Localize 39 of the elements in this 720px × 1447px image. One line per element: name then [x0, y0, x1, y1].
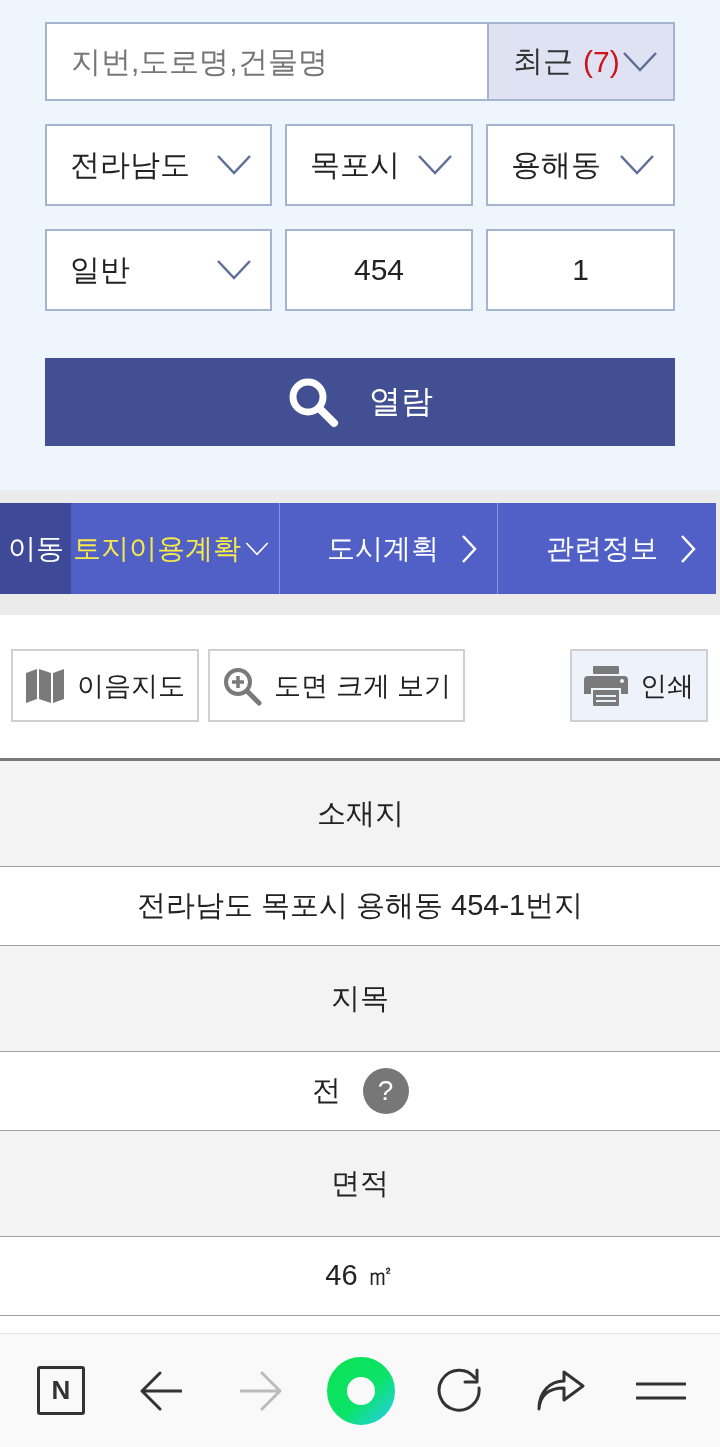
- label-cell: 면적: [0, 1131, 720, 1237]
- menu-icon[interactable]: [636, 1380, 686, 1401]
- chevron-down-icon: [417, 154, 453, 176]
- nav-label: 이동: [0, 503, 71, 594]
- dropdown[interactable]: 용해동: [486, 124, 675, 206]
- zoom-button[interactable]: 도면 크게 보기: [208, 649, 465, 722]
- dropdown[interactable]: 일반: [45, 229, 272, 311]
- chevron-right-icon: [461, 533, 478, 564]
- nav-tab[interactable]: 토지이용계확: [71, 503, 279, 594]
- chevron-right-icon: [680, 533, 696, 564]
- map-icon: [25, 666, 65, 705]
- number-field[interactable]: 454: [285, 229, 473, 311]
- chevron-down-icon: [619, 154, 655, 176]
- label-cell: 지목: [0, 946, 720, 1052]
- search-icon: [287, 376, 339, 428]
- help-button[interactable]: ?: [362, 1068, 409, 1114]
- recent-dropdown[interactable]: 최근 (7): [487, 22, 675, 101]
- nav-tab[interactable]: 관련정보: [497, 503, 716, 594]
- dropdown[interactable]: 목포시: [285, 124, 473, 206]
- chevron-down-icon: [216, 154, 252, 176]
- back-arrow-icon[interactable]: [140, 1370, 182, 1411]
- chevron-down-icon: [244, 540, 269, 557]
- share-icon[interactable]: [536, 1369, 586, 1412]
- print-button[interactable]: 인쇄: [570, 649, 708, 722]
- label-cell: 소재지: [0, 761, 720, 867]
- printer-icon: [584, 665, 628, 706]
- view-button[interactable]: 열람: [45, 358, 675, 446]
- value-text: 전라남도 목포시 용해동 454-1번지: [136, 888, 584, 923]
- dropdown[interactable]: 전라남도: [45, 124, 272, 206]
- map-button[interactable]: 이음지도: [11, 649, 199, 722]
- number-field[interactable]: 1: [486, 229, 675, 311]
- chevron-down-icon: [621, 50, 658, 73]
- value-text: 46 ㎡: [325, 1258, 395, 1293]
- chevron-down-icon: [216, 259, 252, 281]
- nav-tab[interactable]: 도시계획: [278, 503, 498, 594]
- value-text: 전: [311, 1073, 341, 1108]
- zoom-in-icon: [222, 665, 262, 706]
- logo-button[interactable]: N: [37, 1366, 85, 1415]
- search-field[interactable]: 지번,도로명,건물명: [45, 22, 487, 101]
